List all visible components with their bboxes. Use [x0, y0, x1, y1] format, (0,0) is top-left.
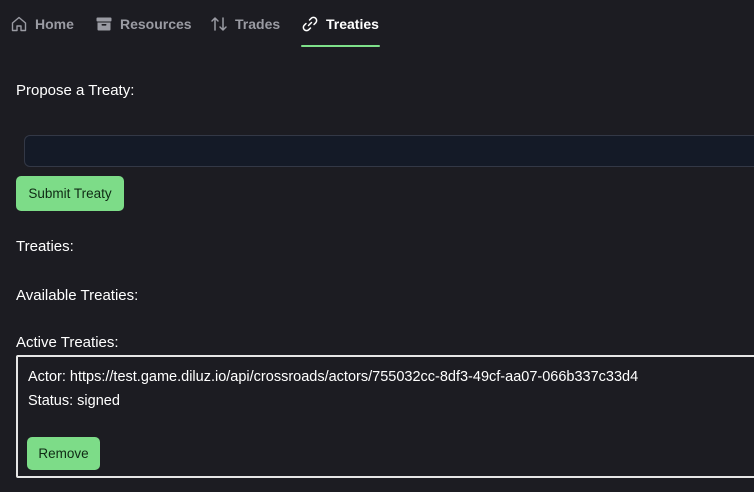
archive-icon	[95, 15, 113, 33]
treaty-actor-line: Actor: https://test.game.diluz.io/api/cr…	[28, 369, 638, 385]
active-treaty-card: Actor: https://test.game.diluz.io/api/cr…	[16, 355, 754, 478]
tab-home[interactable]: Home	[10, 0, 74, 47]
status-label: Status:	[28, 393, 74, 409]
home-icon	[10, 15, 28, 33]
nav-tabs: Home Resources Trades Treaties	[0, 0, 754, 48]
submit-treaty-button[interactable]: Submit Treaty	[16, 176, 124, 211]
link-icon	[301, 15, 319, 33]
tab-trades[interactable]: Trades	[210, 0, 280, 47]
tab-trades-label: Trades	[235, 15, 281, 32]
tab-treaties-label: Treaties	[326, 15, 379, 32]
tab-resources-label: Resources	[120, 15, 192, 32]
tab-home-label: Home	[35, 15, 74, 32]
active-treaties-heading: Active Treaties:	[16, 334, 119, 351]
treaty-input[interactable]	[24, 135, 754, 167]
propose-heading: Propose a Treaty:	[16, 82, 135, 99]
tab-resources[interactable]: Resources	[95, 0, 192, 47]
status-value: signed	[77, 393, 120, 409]
treaty-status-line: Status: signed	[28, 393, 120, 409]
available-treaties-heading: Available Treaties:	[16, 287, 139, 304]
treaties-heading: Treaties:	[16, 238, 74, 255]
actor-url: https://test.game.diluz.io/api/crossroad…	[69, 369, 639, 385]
actor-label: Actor:	[28, 369, 66, 385]
swap-arrows-icon	[210, 15, 228, 33]
tab-treaties[interactable]: Treaties	[301, 0, 380, 47]
remove-treaty-button[interactable]: Remove	[27, 437, 100, 470]
